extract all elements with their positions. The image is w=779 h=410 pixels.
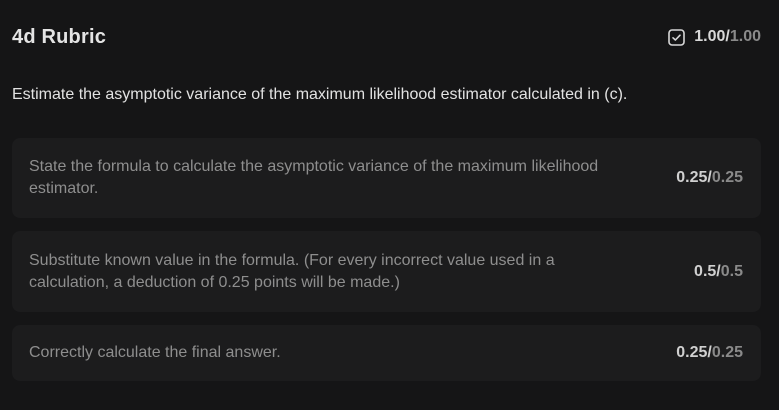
checkbox-checked-icon xyxy=(668,28,686,46)
criterion-description: Correctly calculate the final answer. xyxy=(29,344,281,361)
criterion-points-earned: 0.5 xyxy=(694,262,717,280)
criterion-description: Substitute known value in the formula. (… xyxy=(29,251,555,291)
criteria-list: State the formula to calculate the asymp… xyxy=(12,138,761,394)
criterion-item: Correctly calculate the final answer. 0.… xyxy=(12,325,761,381)
criterion-points-max: 0.25 xyxy=(711,344,743,361)
criterion-item: State the formula to calculate the asymp… xyxy=(12,138,761,218)
total-score-earned: 1.00 xyxy=(694,28,726,45)
criterion-points: 0.5/0.5 xyxy=(694,263,743,281)
criterion-points-earned: 0.25 xyxy=(676,344,708,361)
rubric-total-score: 1.00/1.00 xyxy=(668,28,761,46)
criterion-points-max: 0.25 xyxy=(711,169,743,186)
criterion-points-earned: 0.25 xyxy=(676,169,708,186)
question-text: Estimate the asymptotic variance of the … xyxy=(12,86,628,103)
criterion-item: Substitute known value in the formula. (… xyxy=(12,231,761,312)
rubric-header: 4d Rubric 1.00/1.00 xyxy=(12,24,761,50)
rubric-title: 4d Rubric xyxy=(12,25,107,48)
criterion-description: State the formula to calculate the asymp… xyxy=(29,158,599,197)
criterion-points: 0.25/0.25 xyxy=(676,344,743,362)
total-score-text: 1.00/1.00 xyxy=(694,28,761,46)
criterion-points: 0.25/0.25 xyxy=(676,169,743,187)
rubric-panel: 4d Rubric 1.00/1.00 Estimate the asympto… xyxy=(0,0,779,410)
criterion-points-max: 0.5 xyxy=(720,262,743,280)
total-score-max: 1.00 xyxy=(729,28,761,45)
